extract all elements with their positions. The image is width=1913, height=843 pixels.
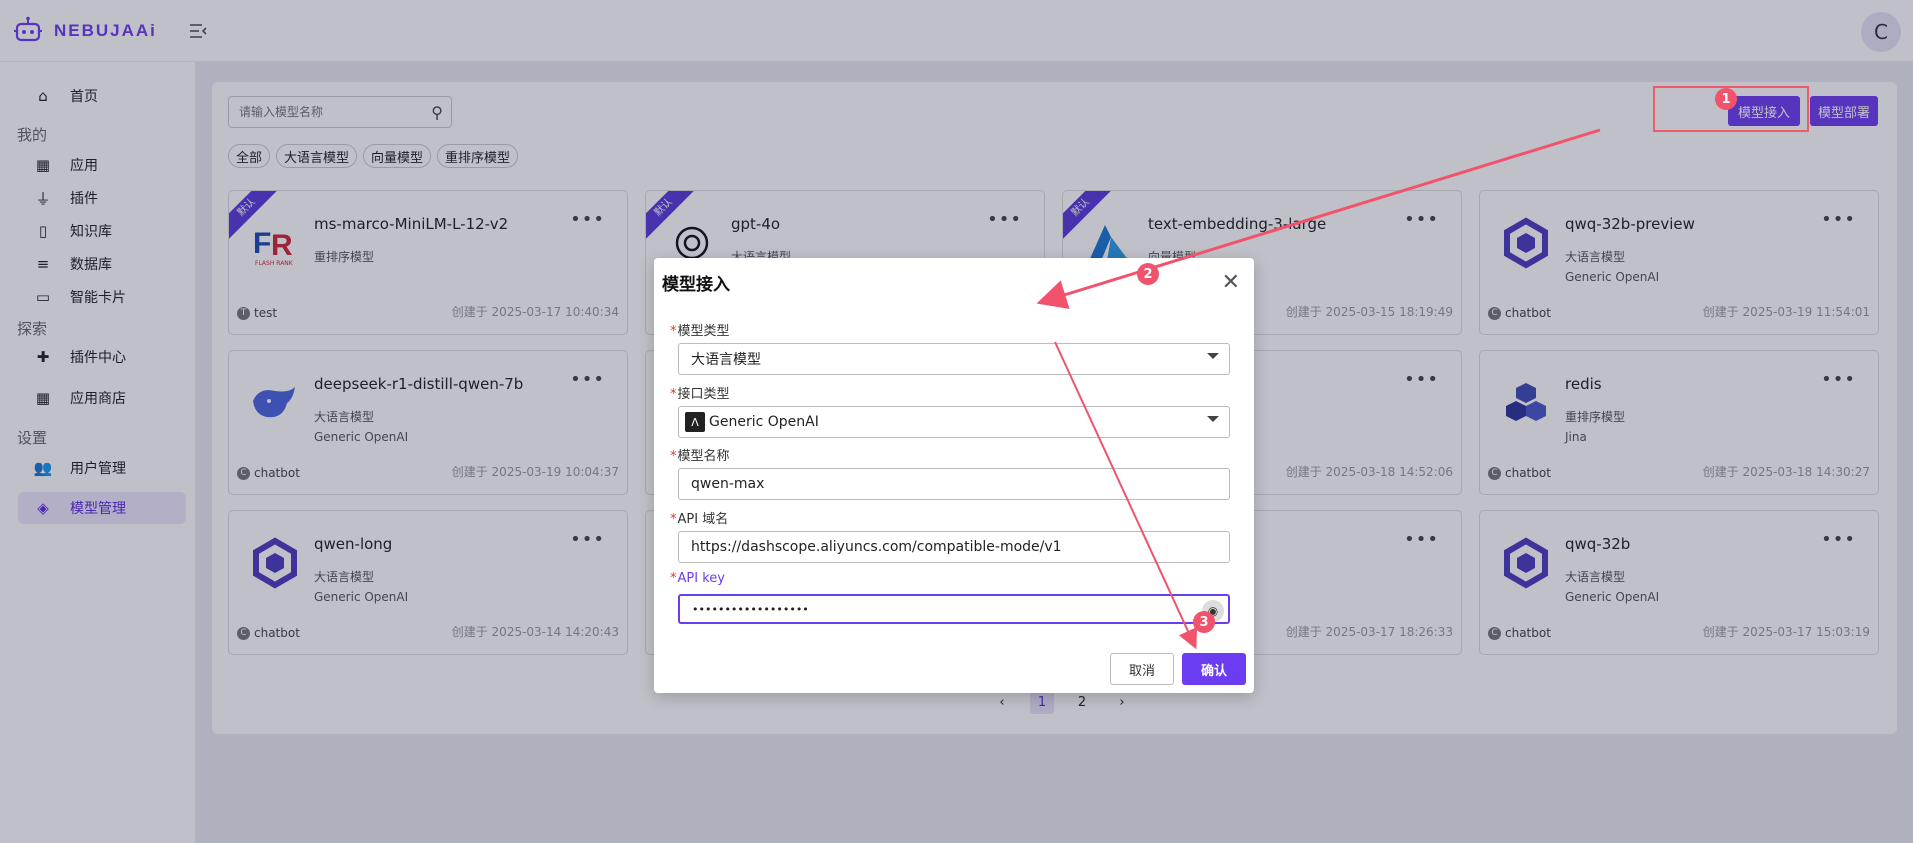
model-name-input[interactable]: qwen-max — [678, 468, 1230, 500]
api-domain-label: *API 域名 — [670, 512, 729, 527]
confirm-button[interactable]: 确认 — [1182, 653, 1246, 685]
cancel-button[interactable]: 取消 — [1110, 653, 1174, 685]
interface-type-select[interactable]: Λ Generic OpenAI — [678, 406, 1230, 438]
model-type-value: 大语言模型 — [691, 352, 761, 368]
api-key-label: *API key — [670, 571, 725, 586]
step-badge-3: 3 — [1193, 611, 1215, 633]
model-type-select[interactable]: 大语言模型 — [678, 343, 1230, 375]
model-access-dialog: 模型接入 ✕ *模型类型 大语言模型 *接口类型 Λ Generic OpenA… — [654, 258, 1254, 693]
close-icon[interactable]: ✕ — [1222, 270, 1240, 295]
api-key-value: •••••••••••••••••• — [692, 602, 809, 616]
api-domain-value: https://dashscope.aliyuncs.com/compatibl… — [691, 539, 1062, 555]
step-badge-2: 2 — [1137, 263, 1159, 285]
model-name-label: *模型名称 — [670, 449, 730, 464]
step-badge-1: 1 — [1715, 88, 1737, 110]
interface-type-value: Generic OpenAI — [709, 414, 819, 430]
interface-type-label: *接口类型 — [670, 387, 730, 402]
dialog-title: 模型接入 — [662, 275, 730, 295]
api-domain-input[interactable]: https://dashscope.aliyuncs.com/compatibl… — [678, 531, 1230, 563]
model-type-label: *模型类型 — [670, 324, 730, 339]
chevron-down-icon — [1207, 416, 1219, 422]
provider-logo-icon: Λ — [685, 412, 705, 432]
model-name-value: qwen-max — [691, 476, 765, 492]
api-key-input[interactable]: •••••••••••••••••• ◉ — [678, 594, 1230, 624]
chevron-down-icon — [1207, 353, 1219, 359]
